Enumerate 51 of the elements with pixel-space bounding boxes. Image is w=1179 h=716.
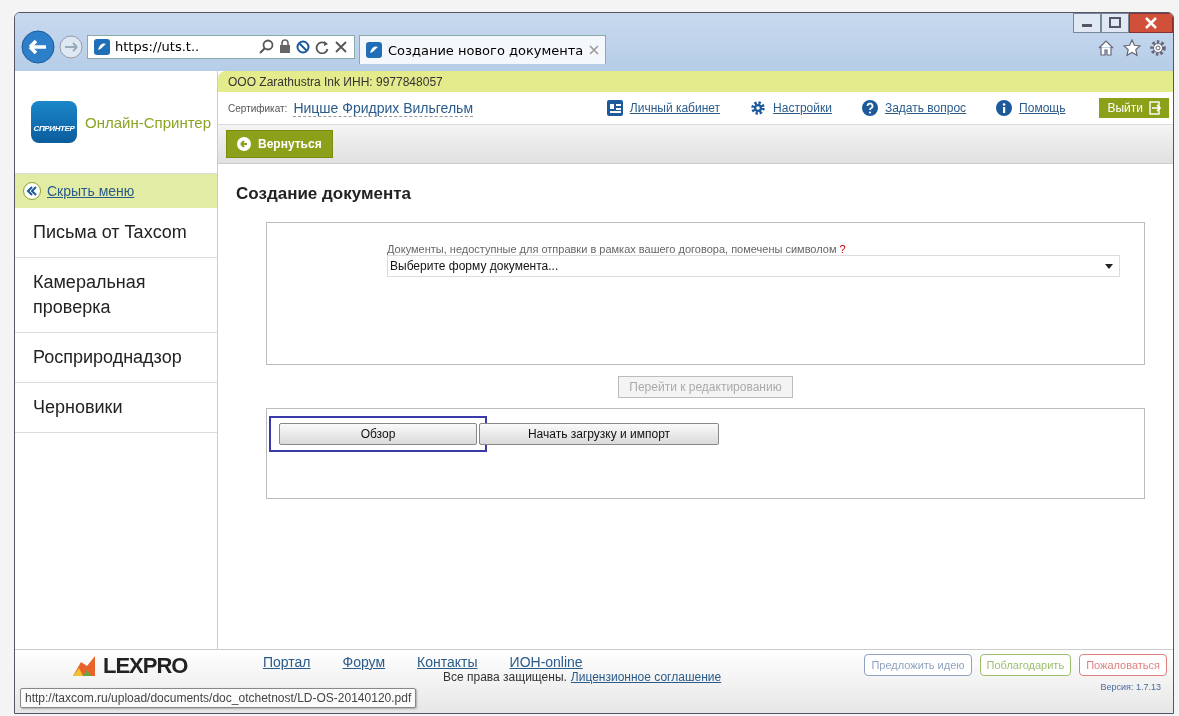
site-icon — [94, 38, 110, 55]
browse-button[interactable]: Обзор — [279, 423, 477, 445]
header-link[interactable]: Настройки — [773, 101, 832, 115]
hide-menu-button[interactable]: Скрыть меню — [15, 174, 217, 208]
star-icon[interactable] — [1123, 39, 1141, 57]
info-icon — [996, 100, 1013, 116]
refresh-icon[interactable] — [315, 39, 329, 54]
search-icon[interactable] — [259, 39, 274, 54]
company-info: ООО Zarathustra Ink ИНН: 9977848057 — [218, 71, 1173, 92]
back-icon[interactable] — [21, 29, 55, 64]
footer-link[interactable]: Портал — [263, 654, 311, 670]
close-icon[interactable] — [1129, 13, 1173, 33]
version-text: Версия: 1.7.13 — [1100, 682, 1161, 692]
settings-icon — [750, 100, 767, 116]
certificate-label: Сертификат: — [228, 102, 288, 114]
page-title: Создание документа — [236, 184, 413, 204]
tab-title: Создание нового документа — [388, 42, 584, 58]
dropdown-caret-icon — [1105, 263, 1113, 269]
settings-icon[interactable] — [1149, 39, 1167, 57]
license-link[interactable]: Лицензионное соглашение — [570, 670, 722, 684]
brand-name: LEXPRO — [103, 654, 188, 678]
header-link[interactable]: Помощь — [1019, 101, 1066, 115]
back-arrow-icon — [237, 137, 251, 151]
exit-icon — [1149, 101, 1161, 115]
copyright-text: Все права защищены. — [443, 670, 567, 684]
certificate-name[interactable]: Ницше Фридрих Вильгельм — [293, 99, 473, 117]
footer-link[interactable]: ИОН-online — [509, 654, 583, 670]
site-icon — [366, 42, 382, 58]
blocked-icon[interactable] — [296, 39, 310, 54]
app-logo: СПРИНТЕР — [31, 101, 77, 143]
question-icon — [861, 100, 878, 116]
status-url-tooltip: http://taxcom.ru/upload/documents/doc_otchetnost/LD-OS-20140120.pdf — [20, 688, 417, 708]
stop-icon[interactable] — [334, 39, 348, 54]
header-link[interactable]: Задать вопрос — [884, 101, 967, 115]
address-text: https://uts.t.. — [115, 39, 200, 54]
contact-card-icon — [606, 100, 623, 116]
padlock-icon — [279, 39, 291, 54]
form-hint: Документы, недоступные для отправки в рамках вашего договора, помечены символом ? — [387, 243, 847, 255]
header-link[interactable]: Личный кабинет — [629, 101, 721, 115]
home-icon[interactable] — [1097, 39, 1115, 57]
footer-link[interactable]: Форум — [342, 654, 386, 670]
collapse-icon — [23, 182, 41, 200]
document-form-select[interactable]: Выберите форму документа... — [387, 255, 1120, 277]
address-bar[interactable]: https://uts.t.. — [87, 34, 355, 59]
minimize-icon[interactable] — [1073, 13, 1101, 33]
browser-tab[interactable]: Создание нового документа — [359, 35, 607, 64]
app-name: Онлайн-Спринтер — [85, 113, 212, 131]
maximize-icon[interactable] — [1101, 13, 1129, 33]
import-button[interactable]: Начать загрузку и импорт — [479, 423, 719, 445]
footer-link[interactable]: Контакты — [417, 654, 478, 670]
logo-icon — [71, 654, 97, 678]
